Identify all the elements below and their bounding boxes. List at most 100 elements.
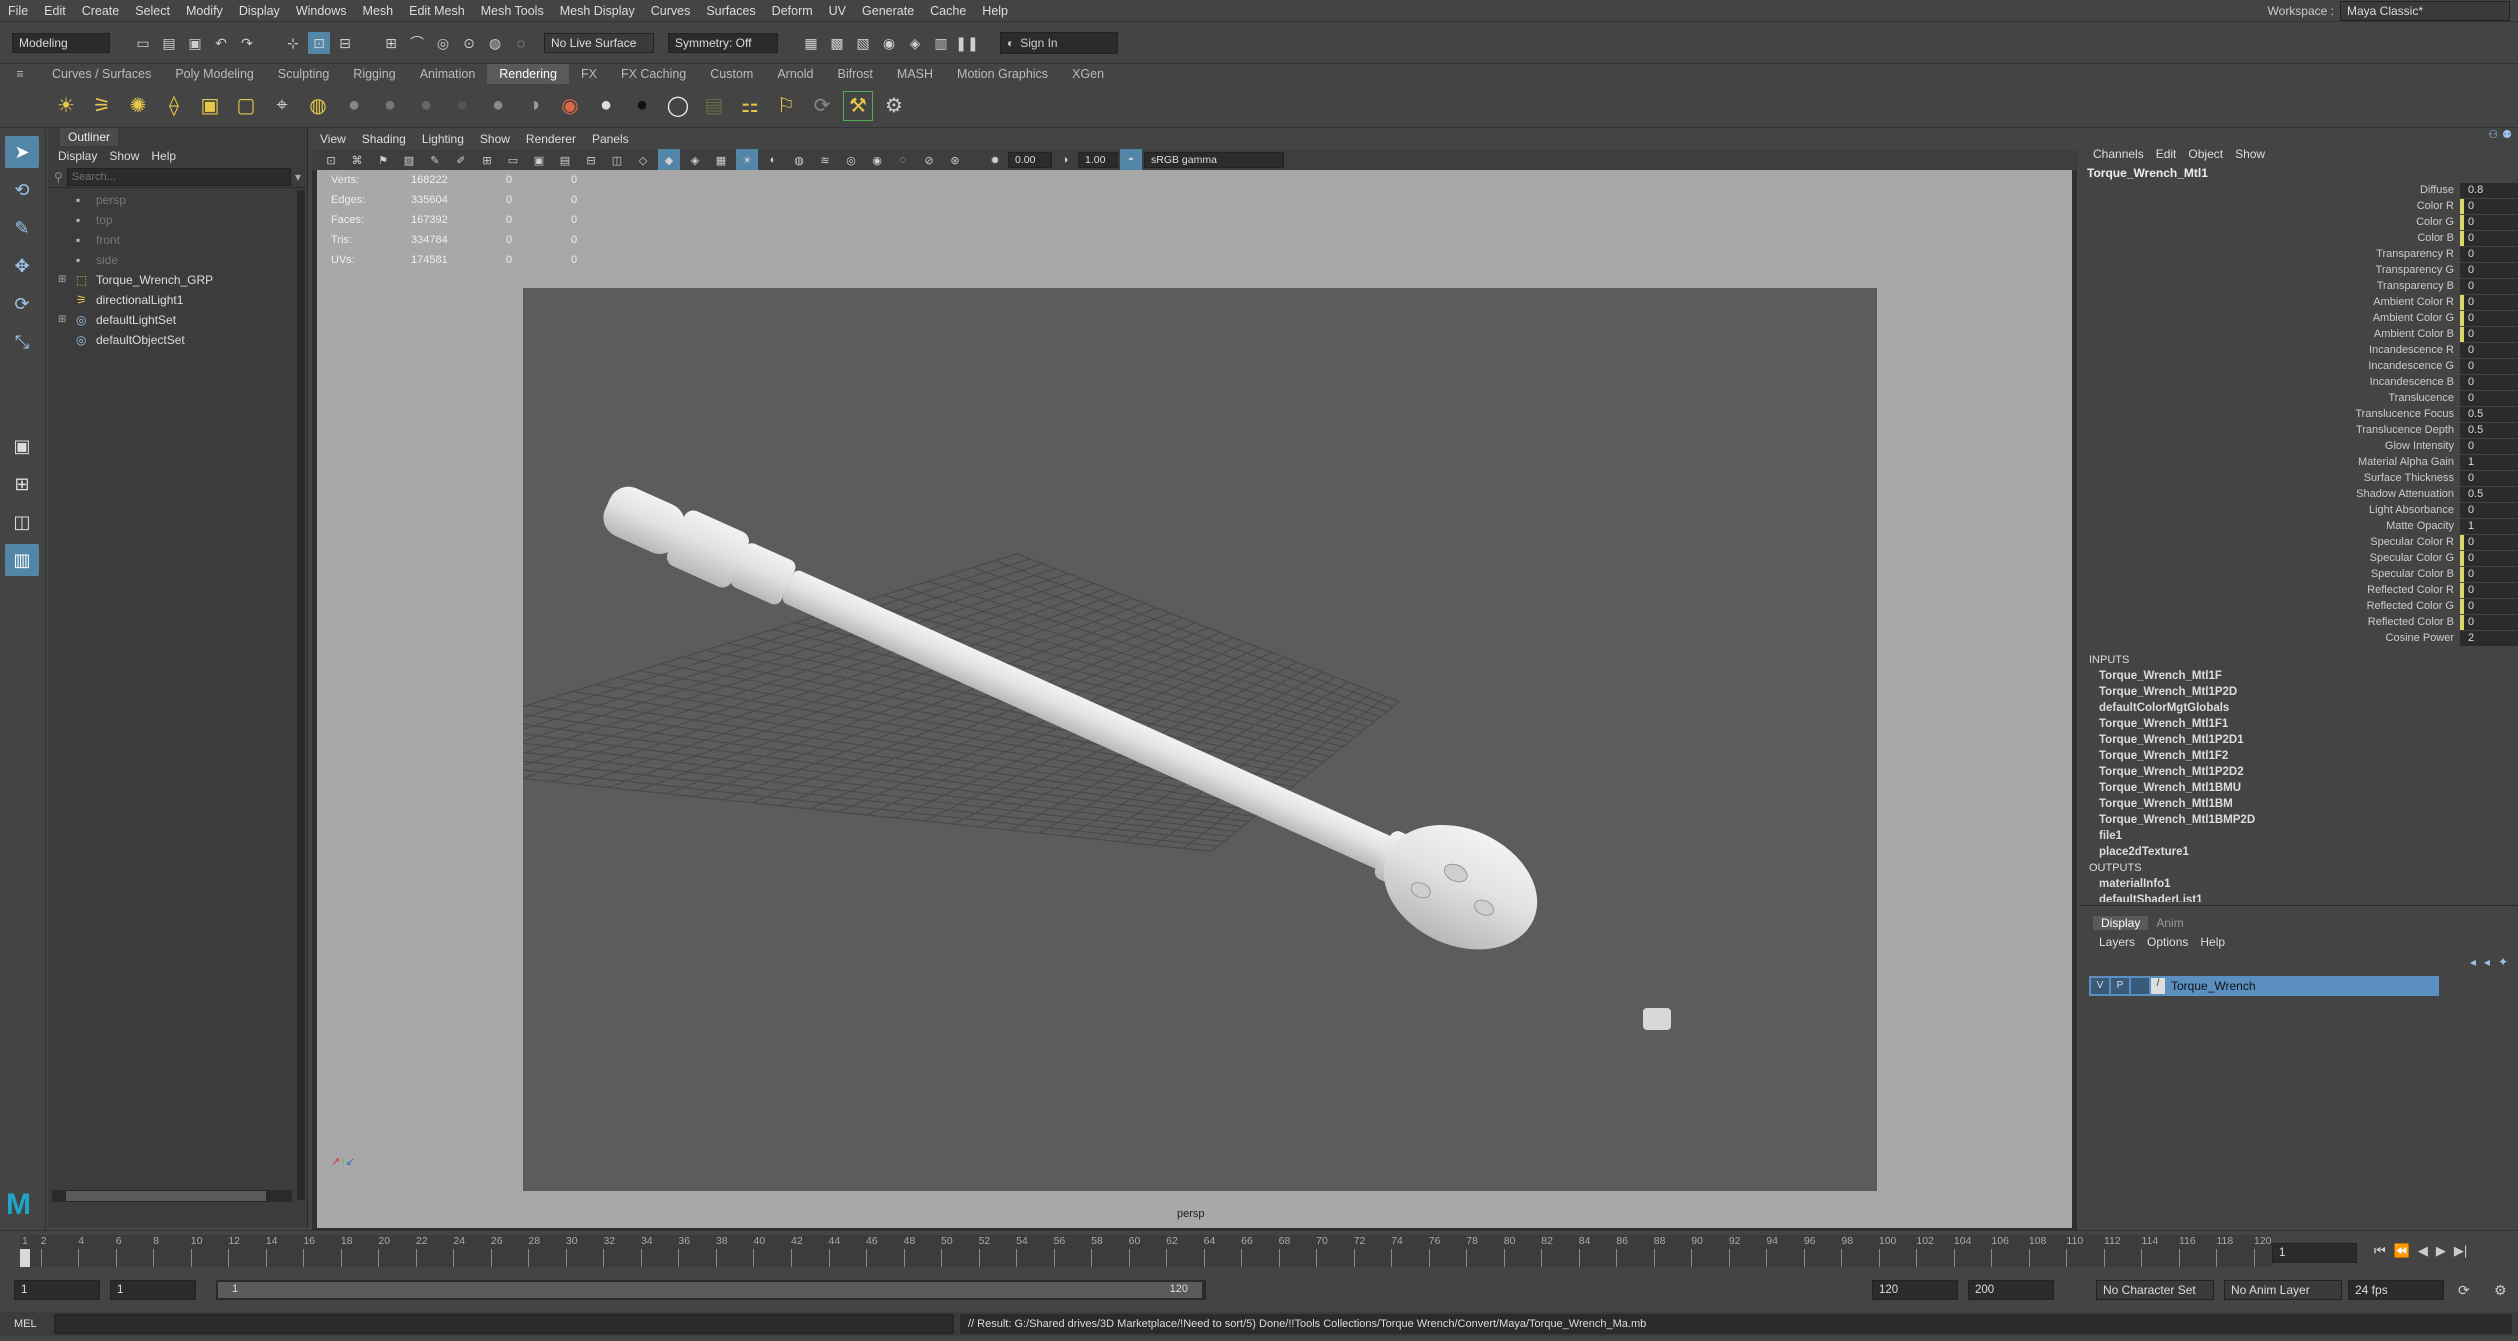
2d-pan-icon[interactable]: ✎ <box>424 149 446 171</box>
channel-attribute-value[interactable]: 0 <box>2460 278 2518 294</box>
two-view-icon[interactable]: ◫ <box>5 506 39 538</box>
menu-display[interactable]: Display <box>231 0 288 22</box>
channel-attribute-value[interactable]: 0 <box>2460 326 2518 342</box>
input-node[interactable]: Torque_Wrench_Mtl1P2D <box>2079 684 2518 700</box>
ambient-light-icon[interactable]: ☀ <box>51 91 81 121</box>
playback-end-field[interactable]: 120 <box>1872 1280 1958 1300</box>
smooth-shade-icon[interactable]: ◆ <box>658 149 680 171</box>
hypershade-shelf-icon[interactable]: ⚐ <box>771 91 801 121</box>
xray-icon[interactable]: ◌ <box>892 149 914 171</box>
gate-mask-icon[interactable]: ▤ <box>554 149 576 171</box>
field-chart-icon[interactable]: ⊟ <box>580 149 602 171</box>
channel-attribute[interactable]: Reflected Color G 0 <box>2079 598 2518 614</box>
phong-icon[interactable]: ● <box>447 91 477 121</box>
workspace-dropdown[interactable]: Maya Classic* <box>2340 1 2510 21</box>
channel-attribute-value[interactable]: 0 <box>2460 390 2518 406</box>
assign-material-icon[interactable]: ⚏ <box>735 91 765 121</box>
camera-attr-icon[interactable]: ⌘ <box>346 149 368 171</box>
ipr-render-icon[interactable]: ▧ <box>852 32 874 54</box>
texture-icon[interactable]: ▤ <box>699 91 729 121</box>
channel-attribute[interactable]: Shadow Attenuation 0.5 <box>2079 486 2518 502</box>
output-node[interactable]: defaultShaderList1 <box>2079 892 2518 902</box>
menu-windows[interactable]: Windows <box>288 0 355 22</box>
shelf-tab-curves-surfaces[interactable]: Curves / Surfaces <box>40 64 163 84</box>
volume-light-icon[interactable]: ▢ <box>231 91 261 121</box>
channel-menu-show[interactable]: Show <box>2229 147 2271 161</box>
render-view-icon[interactable]: ▦ <box>800 32 822 54</box>
channel-attribute[interactable]: Specular Color G 0 <box>2079 550 2518 566</box>
channel-attribute[interactable]: Ambient Color G 0 <box>2079 310 2518 326</box>
menu-curves[interactable]: Curves <box>643 0 699 22</box>
arnold-render-icon[interactable]: ▥ <box>930 32 952 54</box>
select-tool-icon[interactable]: ➤ <box>5 136 39 168</box>
save-scene-icon[interactable]: ▣ <box>184 32 206 54</box>
snap-surface-icon[interactable]: ◍ <box>484 32 506 54</box>
channel-attribute-value[interactable]: 1 <box>2460 454 2518 470</box>
expand-icon[interactable]: ⊞ <box>58 310 72 330</box>
output-node[interactable]: materialInfo1 <box>2079 876 2518 892</box>
view-transform-icon[interactable]: ◓ <box>1120 149 1142 171</box>
shelf-tab-bifrost[interactable]: Bifrost <box>825 64 884 84</box>
channel-attribute[interactable]: Color B 0 <box>2079 230 2518 246</box>
wireframe-on-shaded-icon[interactable]: ◈ <box>684 149 706 171</box>
script-language-toggle[interactable]: MEL <box>0 1318 54 1330</box>
menu-help[interactable]: Help <box>974 0 1016 22</box>
outliner-item[interactable]: ▪ front <box>48 230 307 250</box>
channel-attribute-value[interactable]: 1 <box>2460 518 2518 534</box>
outliner-menu-display[interactable]: Display <box>52 149 103 163</box>
input-node[interactable]: place2dTexture1 <box>2079 844 2518 860</box>
channel-attribute[interactable]: Matte Opacity 1 <box>2079 518 2518 534</box>
play-forward-icon[interactable]: ▶ <box>2436 1243 2446 1259</box>
sign-in-button[interactable]: ◐ Sign In <box>1000 32 1118 54</box>
snap-curve-icon[interactable]: ⌒ <box>406 32 428 54</box>
menu-mesh[interactable]: Mesh <box>355 0 402 22</box>
scale-tool-icon[interactable]: ⤡ <box>5 326 39 358</box>
input-node[interactable]: defaultColorMgtGlobals <box>2079 700 2518 716</box>
channel-attribute-value[interactable]: 0 <box>2460 310 2518 326</box>
channel-attribute[interactable]: Glow Intensity 0 <box>2079 438 2518 454</box>
surface-shader-black-icon[interactable]: ● <box>627 91 657 121</box>
channel-attribute[interactable]: Translucence Focus 0.5 <box>2079 406 2518 422</box>
time-slider[interactable]: 1 2 4 6 8 10 12 14 16 18 20 22 24 26 28 30 32 34 36 38 40 42 4… <box>0 1230 2518 1280</box>
menu-surfaces[interactable]: Surfaces <box>698 0 763 22</box>
layer-row[interactable]: V P / Torque_Wrench <box>2089 976 2439 996</box>
channel-attribute[interactable]: Cosine Power 2 <box>2079 630 2518 646</box>
channel-attribute-value[interactable]: 0 <box>2460 582 2518 598</box>
isolate-select-icon[interactable]: ◉ <box>866 149 888 171</box>
pause-icon[interactable]: ❚❚ <box>955 32 978 54</box>
attribute-editor-toggle-icon[interactable]: ⚉ <box>2502 128 2512 141</box>
motion-blur-icon[interactable]: ≋ <box>814 149 836 171</box>
channel-attribute[interactable]: Light Absorbance 0 <box>2079 502 2518 518</box>
symmetry-dropdown[interactable]: Symmetry: Off <box>668 33 778 53</box>
channel-attribute-value[interactable]: 0 <box>2460 230 2518 246</box>
input-node[interactable]: Torque_Wrench_Mtl1BM <box>2079 796 2518 812</box>
channel-attribute[interactable]: Incandescence R 0 <box>2079 342 2518 358</box>
exposure-field[interactable]: 0.00 <box>1008 152 1052 168</box>
viewport-canvas[interactable]: Verts: 168222 0 0 Edges: 335604 0 0 Faces: 167392… <box>317 170 2072 1228</box>
menu-deform[interactable]: Deform <box>764 0 821 22</box>
input-node[interactable]: Torque_Wrench_Mtl1P2D1 <box>2079 732 2518 748</box>
anisotropic-icon[interactable]: ● <box>483 91 513 121</box>
outliner-item[interactable]: ◎ defaultObjectSet <box>48 330 307 350</box>
surface-shader-white-icon[interactable]: ● <box>591 91 621 121</box>
snap-view-icon[interactable]: ⊙ <box>458 32 480 54</box>
channel-attribute-value[interactable]: 0 <box>2460 358 2518 374</box>
move-layer-up-icon[interactable]: ◂ <box>2470 955 2476 969</box>
render-settings-icon[interactable]: ◉ <box>878 32 900 54</box>
layer-tab-display[interactable]: Display <box>2093 916 2149 930</box>
step-back-frame-icon[interactable]: ◀ <box>2418 1243 2428 1259</box>
shelf-tab-fx-caching[interactable]: FX Caching <box>609 64 698 84</box>
ramp-shader-icon[interactable]: ◑ <box>519 91 549 121</box>
menu-mesh-tools[interactable]: Mesh Tools <box>473 0 552 22</box>
create-camera-icon[interactable]: ⌖ <box>267 91 297 121</box>
menu-edit[interactable]: Edit <box>36 0 74 22</box>
channel-attribute[interactable]: Specular Color B 0 <box>2079 566 2518 582</box>
resolution-gate-icon[interactable]: ▣ <box>528 149 550 171</box>
single-view-icon[interactable]: ▣ <box>5 430 39 462</box>
bookmark-icon[interactable]: ⚑ <box>372 149 394 171</box>
channel-attribute-value[interactable]: 0 <box>2460 614 2518 630</box>
use-background-icon[interactable]: ◯ <box>663 91 693 121</box>
viewport-menu-renderer[interactable]: Renderer <box>518 128 584 150</box>
directional-light-icon[interactable]: ⚞ <box>87 91 117 121</box>
live-surface-field[interactable]: No Live Surface <box>544 33 654 53</box>
